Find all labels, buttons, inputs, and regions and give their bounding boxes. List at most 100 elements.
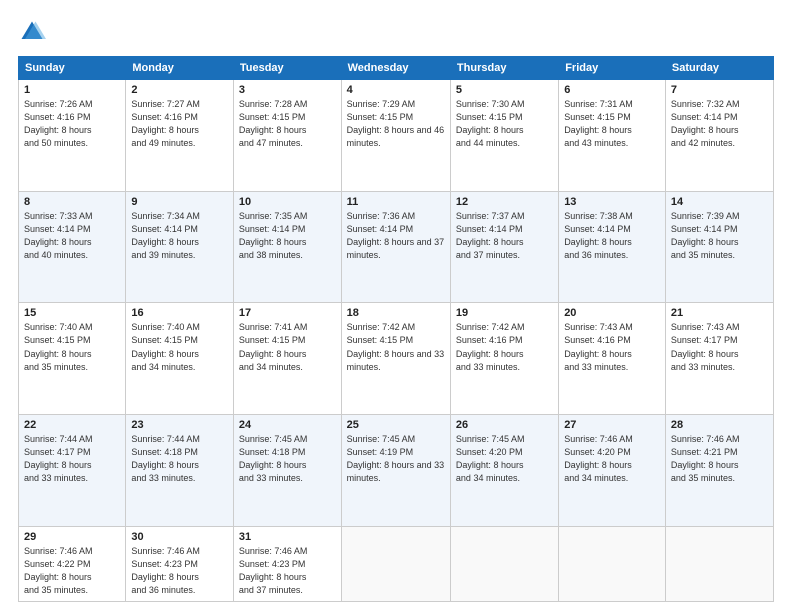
day-number: 18	[347, 307, 445, 319]
weekday-header: Friday	[559, 57, 666, 80]
day-number: 17	[239, 307, 336, 319]
calendar-cell: 21 Sunrise: 7:43 AMSunset: 4:17 PMDayligh…	[665, 303, 773, 415]
day-info: Sunrise: 7:42 AMSunset: 4:15 PMDaylight:…	[347, 321, 445, 373]
calendar-cell: 29 Sunrise: 7:46 AMSunset: 4:22 PMDayligh…	[19, 526, 126, 601]
day-number: 10	[239, 196, 336, 208]
calendar-cell: 19Sunrise: 7:42 AMSunset: 4:16 PMDayligh…	[450, 303, 558, 415]
calendar-cell: 22 Sunrise: 7:44 AMSunset: 4:17 PMDayligh…	[19, 415, 126, 527]
weekday-header: Monday	[126, 57, 234, 80]
day-number: 12	[456, 196, 553, 208]
day-number: 13	[564, 196, 660, 208]
day-number: 16	[131, 307, 228, 319]
calendar-week-row: 1 Sunrise: 7:26 AMSunset: 4:16 PMDaylight…	[19, 80, 774, 192]
logo-icon	[18, 18, 46, 46]
weekday-header: Thursday	[450, 57, 558, 80]
calendar-cell: 27Sunrise: 7:46 AMSunset: 4:20 PMDayligh…	[559, 415, 666, 527]
calendar-week-row: 22 Sunrise: 7:44 AMSunset: 4:17 PMDayligh…	[19, 415, 774, 527]
calendar-cell: 18 Sunrise: 7:42 AMSunset: 4:15 PMDayligh…	[341, 303, 450, 415]
weekday-header: Tuesday	[233, 57, 341, 80]
day-info: Sunrise: 7:45 AMSunset: 4:20 PMDaylight:…	[456, 433, 553, 485]
day-info: Sunrise: 7:29 AMSunset: 4:15 PMDaylight:…	[347, 98, 445, 150]
day-number: 3	[239, 84, 336, 96]
weekday-header: Saturday	[665, 57, 773, 80]
calendar-cell	[341, 526, 450, 601]
day-number: 29	[24, 531, 120, 543]
day-number: 1	[24, 84, 120, 96]
calendar-cell: 8Sunrise: 7:33 AMSunset: 4:14 PMDaylight…	[19, 191, 126, 303]
calendar-cell: 1 Sunrise: 7:26 AMSunset: 4:16 PMDaylight…	[19, 80, 126, 192]
day-info: Sunrise: 7:43 AMSunset: 4:16 PMDaylight:…	[564, 321, 660, 373]
calendar-cell: 24Sunrise: 7:45 AMSunset: 4:18 PMDayligh…	[233, 415, 341, 527]
weekday-header: Wednesday	[341, 57, 450, 80]
day-info: Sunrise: 7:41 AMSunset: 4:15 PMDaylight:…	[239, 321, 336, 373]
day-number: 15	[24, 307, 120, 319]
day-number: 14	[671, 196, 768, 208]
day-info: Sunrise: 7:31 AMSunset: 4:15 PMDaylight:…	[564, 98, 660, 150]
calendar-cell: 30Sunrise: 7:46 AMSunset: 4:23 PMDayligh…	[126, 526, 234, 601]
calendar-cell: 14 Sunrise: 7:39 AMSunset: 4:14 PMDayligh…	[665, 191, 773, 303]
calendar-cell	[559, 526, 666, 601]
day-info: Sunrise: 7:43 AMSunset: 4:17 PMDaylight:…	[671, 321, 768, 373]
day-info: Sunrise: 7:27 AMSunset: 4:16 PMDaylight:…	[131, 98, 228, 150]
calendar-cell: 13 Sunrise: 7:38 AMSunset: 4:14 PMDayligh…	[559, 191, 666, 303]
day-number: 4	[347, 84, 445, 96]
day-info: Sunrise: 7:35 AMSunset: 4:14 PMDaylight:…	[239, 210, 336, 262]
calendar-cell: 11Sunrise: 7:36 AMSunset: 4:14 PMDayligh…	[341, 191, 450, 303]
calendar-cell: 25Sunrise: 7:45 AMSunset: 4:19 PMDayligh…	[341, 415, 450, 527]
calendar-cell	[450, 526, 558, 601]
weekday-header: Sunday	[19, 57, 126, 80]
day-info: Sunrise: 7:39 AMSunset: 4:14 PMDaylight:…	[671, 210, 768, 262]
day-info: Sunrise: 7:30 AMSunset: 4:15 PMDaylight:…	[456, 98, 553, 150]
calendar-cell: 20 Sunrise: 7:43 AMSunset: 4:16 PMDayligh…	[559, 303, 666, 415]
calendar-cell: 3 Sunrise: 7:28 AMSunset: 4:15 PMDaylight…	[233, 80, 341, 192]
calendar-cell: 16 Sunrise: 7:40 AMSunset: 4:15 PMDayligh…	[126, 303, 234, 415]
calendar-cell: 23 Sunrise: 7:44 AMSunset: 4:18 PMDayligh…	[126, 415, 234, 527]
calendar-week-row: 8Sunrise: 7:33 AMSunset: 4:14 PMDaylight…	[19, 191, 774, 303]
day-number: 24	[239, 419, 336, 431]
calendar-cell: 26 Sunrise: 7:45 AMSunset: 4:20 PMDayligh…	[450, 415, 558, 527]
day-info: Sunrise: 7:37 AMSunset: 4:14 PMDaylight:…	[456, 210, 553, 262]
logo	[18, 18, 50, 46]
day-info: Sunrise: 7:46 AMSunset: 4:21 PMDaylight:…	[671, 433, 768, 485]
day-number: 7	[671, 84, 768, 96]
day-info: Sunrise: 7:38 AMSunset: 4:14 PMDaylight:…	[564, 210, 660, 262]
header	[18, 18, 774, 46]
day-number: 9	[131, 196, 228, 208]
calendar-cell: 4 Sunrise: 7:29 AMSunset: 4:15 PMDaylight…	[341, 80, 450, 192]
day-info: Sunrise: 7:46 AMSunset: 4:23 PMDaylight:…	[131, 545, 228, 597]
calendar-cell: 17 Sunrise: 7:41 AMSunset: 4:15 PMDayligh…	[233, 303, 341, 415]
day-info: Sunrise: 7:26 AMSunset: 4:16 PMDaylight:…	[24, 98, 120, 150]
calendar-cell: 9 Sunrise: 7:34 AMSunset: 4:14 PMDaylight…	[126, 191, 234, 303]
day-info: Sunrise: 7:40 AMSunset: 4:15 PMDaylight:…	[24, 321, 120, 373]
calendar-cell: 28 Sunrise: 7:46 AMSunset: 4:21 PMDayligh…	[665, 415, 773, 527]
calendar-cell	[665, 526, 773, 601]
day-info: Sunrise: 7:45 AMSunset: 4:19 PMDaylight:…	[347, 433, 445, 485]
day-number: 31	[239, 531, 336, 543]
day-info: Sunrise: 7:40 AMSunset: 4:15 PMDaylight:…	[131, 321, 228, 373]
calendar-cell: 7Sunrise: 7:32 AMSunset: 4:14 PMDaylight…	[665, 80, 773, 192]
day-info: Sunrise: 7:44 AMSunset: 4:17 PMDaylight:…	[24, 433, 120, 485]
calendar-cell: 12 Sunrise: 7:37 AMSunset: 4:14 PMDayligh…	[450, 191, 558, 303]
day-number: 6	[564, 84, 660, 96]
day-info: Sunrise: 7:46 AMSunset: 4:22 PMDaylight:…	[24, 545, 120, 597]
calendar-cell: 31Sunrise: 7:46 AMSunset: 4:23 PMDayligh…	[233, 526, 341, 601]
day-info: Sunrise: 7:28 AMSunset: 4:15 PMDaylight:…	[239, 98, 336, 150]
calendar-cell: 15 Sunrise: 7:40 AMSunset: 4:15 PMDayligh…	[19, 303, 126, 415]
calendar-cell: 10 Sunrise: 7:35 AMSunset: 4:14 PMDayligh…	[233, 191, 341, 303]
calendar-cell: 6 Sunrise: 7:31 AMSunset: 4:15 PMDaylight…	[559, 80, 666, 192]
day-number: 27	[564, 419, 660, 431]
day-info: Sunrise: 7:34 AMSunset: 4:14 PMDaylight:…	[131, 210, 228, 262]
day-number: 26	[456, 419, 553, 431]
day-number: 11	[347, 196, 445, 208]
day-info: Sunrise: 7:44 AMSunset: 4:18 PMDaylight:…	[131, 433, 228, 485]
calendar-week-row: 29 Sunrise: 7:46 AMSunset: 4:22 PMDayligh…	[19, 526, 774, 601]
day-number: 21	[671, 307, 768, 319]
day-number: 20	[564, 307, 660, 319]
day-number: 22	[24, 419, 120, 431]
day-number: 28	[671, 419, 768, 431]
day-number: 23	[131, 419, 228, 431]
calendar-cell: 5Sunrise: 7:30 AMSunset: 4:15 PMDaylight…	[450, 80, 558, 192]
calendar-body: 1 Sunrise: 7:26 AMSunset: 4:16 PMDaylight…	[19, 80, 774, 602]
calendar-cell: 2Sunrise: 7:27 AMSunset: 4:16 PMDaylight…	[126, 80, 234, 192]
day-number: 19	[456, 307, 553, 319]
